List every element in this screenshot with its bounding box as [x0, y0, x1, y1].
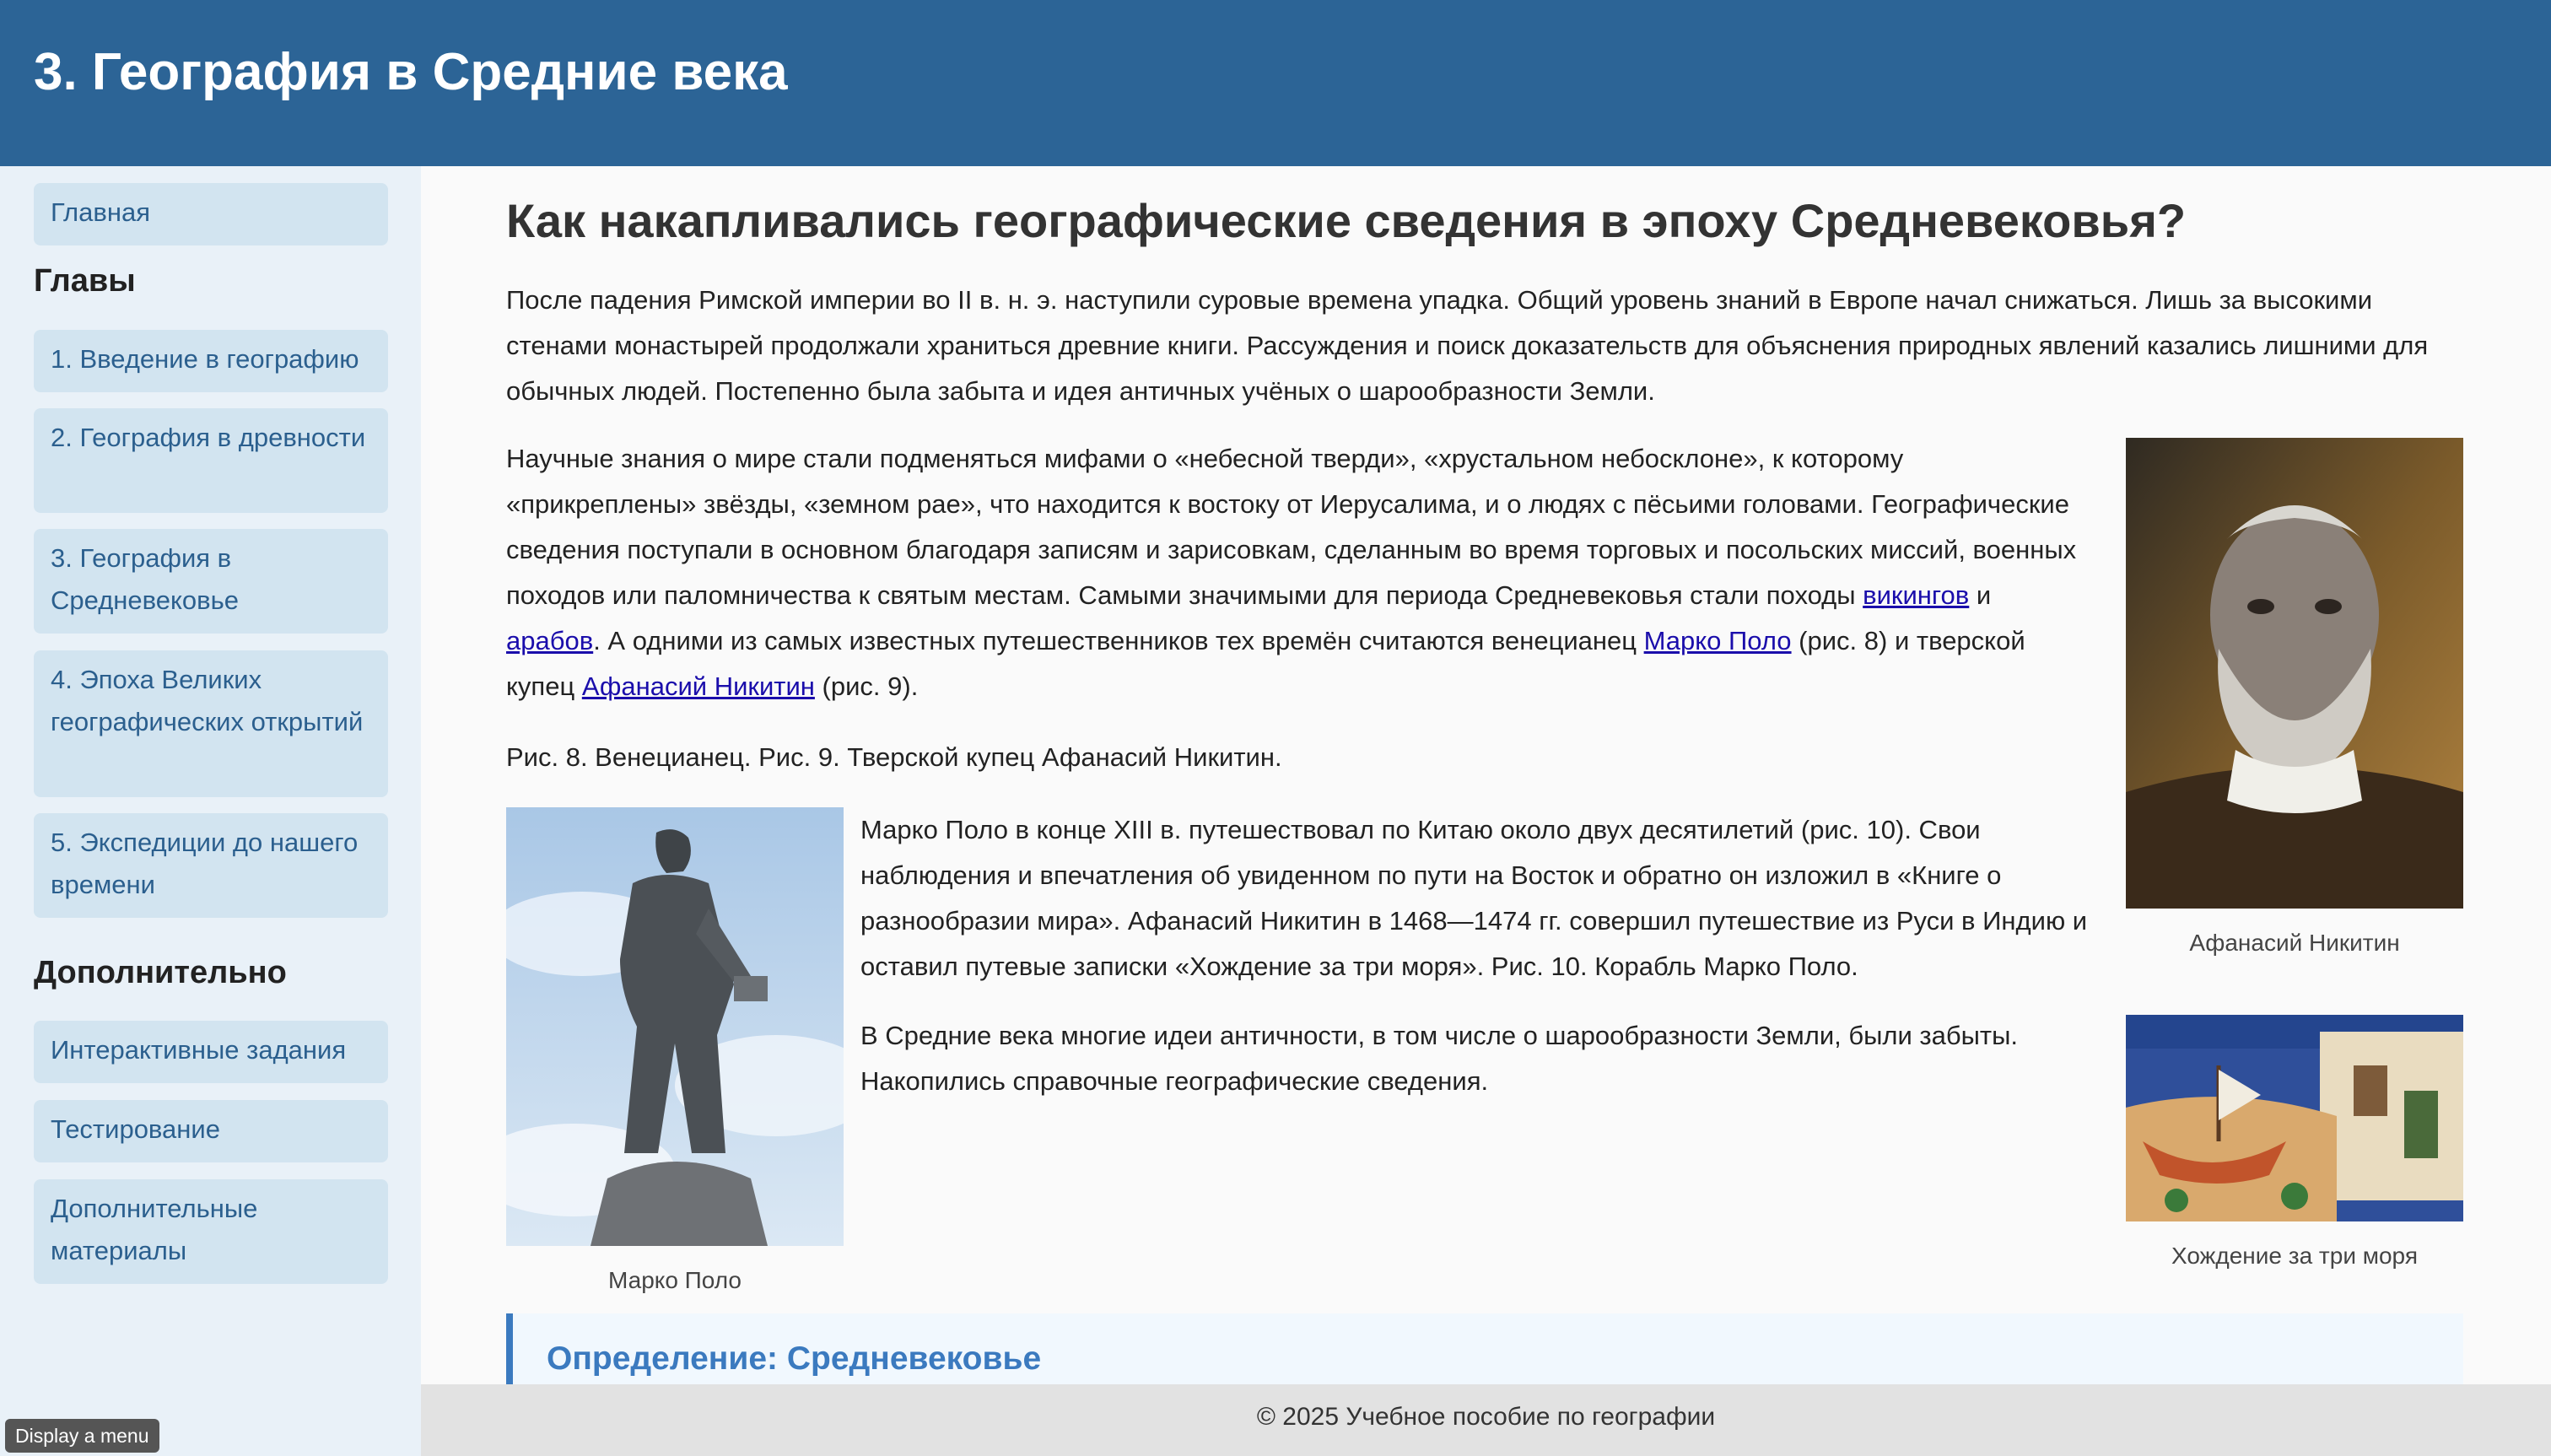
figure-ship-caption: Хождение за три моря	[2171, 1243, 2418, 1269]
sidebar-item-chapter-2[interactable]: 2. География в древности	[34, 408, 388, 513]
figure-marco-polo-caption: Марко Поло	[607, 1267, 742, 1293]
section-heading: Как накапливались географические сведени…	[506, 194, 2187, 247]
sidebar-item-chapter-4[interactable]: 4. Эпоха Великих географических открытий	[34, 650, 388, 797]
display-menu-tooltip[interactable]: Display a menu	[5, 1419, 159, 1453]
sidebar-item-materials[interactable]: Дополнительные материалы	[34, 1179, 388, 1284]
marco-polo-statue-image	[472, 807, 877, 1246]
paragraph-3: Рис. 8. Венецианец. Рис. 9. Тверской куп…	[506, 742, 1282, 772]
paragraph-2-end: (рис. 9).	[814, 671, 919, 701]
sidebar-item-interactive[interactable]: Интерактивные задания	[34, 1021, 388, 1083]
paragraph-1: После падения Римской империи во II в. н…	[506, 285, 2429, 406]
page-header: 3. География в Средние века	[0, 0, 2551, 166]
sidebar-item-testing[interactable]: Тестирование	[34, 1100, 388, 1162]
ship-miniature-image	[2126, 1015, 2463, 1221]
paragraph-2-and: и	[1969, 580, 1992, 610]
sidebar-item-chapter-1[interactable]: 1. Введение в географию	[34, 330, 388, 392]
sidebar-item-chapter-3[interactable]: 3. География в Средневековье	[34, 529, 388, 634]
paragraph-2: Научные знания о мире стали подменяться …	[506, 436, 2092, 709]
link-afanasy-nikitin[interactable]: Афанасий Никитин	[582, 671, 815, 701]
figure-marco-polo: Марко Поло	[472, 807, 877, 1296]
sidebar: Главная Главы 1. Введение в географию 2.…	[0, 166, 421, 1456]
figure-afanasy-nikitin: Афанасий Никитин	[2126, 438, 2463, 958]
link-arabs[interactable]: арабов	[506, 626, 593, 655]
figure-ship: Хождение за три моря	[2126, 1015, 2463, 1271]
paragraph-4: Марко Поло в конце XIII в. путешествовал…	[860, 815, 2088, 981]
page-footer: © 2025 Учебное пособие по географии	[421, 1384, 2551, 1456]
definition-title: Определение: Средневековье	[547, 1340, 1042, 1377]
sidebar-heading-extra: Дополнительно	[34, 955, 287, 990]
sidebar-item-chapter-5[interactable]: 5. Экспедиции до нашего времени	[34, 813, 388, 918]
footer-text: © 2025 Учебное пособие по географии	[1256, 1403, 1716, 1431]
sidebar-heading-chapters: Главы	[34, 263, 136, 299]
paragraph-2-mid: . А одними из самых известных путешестве…	[593, 626, 1644, 655]
sidebar-item-home[interactable]: Главная	[34, 183, 388, 245]
page-title: 3. География в Средние века	[34, 43, 788, 101]
link-marco-polo[interactable]: Марко Поло	[1644, 626, 1792, 655]
definition-box: Определение: Средневековье	[506, 1313, 2463, 1384]
paragraph-5: В Средние века многие идеи античности, в…	[860, 1021, 2018, 1096]
figure-afanasy-nikitin-caption: Афанасий Никитин	[2189, 930, 2400, 956]
link-vikings[interactable]: викингов	[1863, 580, 1969, 610]
afanasy-nikitin-portrait-image	[2126, 438, 2463, 909]
paragraph-2-text: Научные знания о мире стали подменяться …	[506, 444, 2077, 610]
